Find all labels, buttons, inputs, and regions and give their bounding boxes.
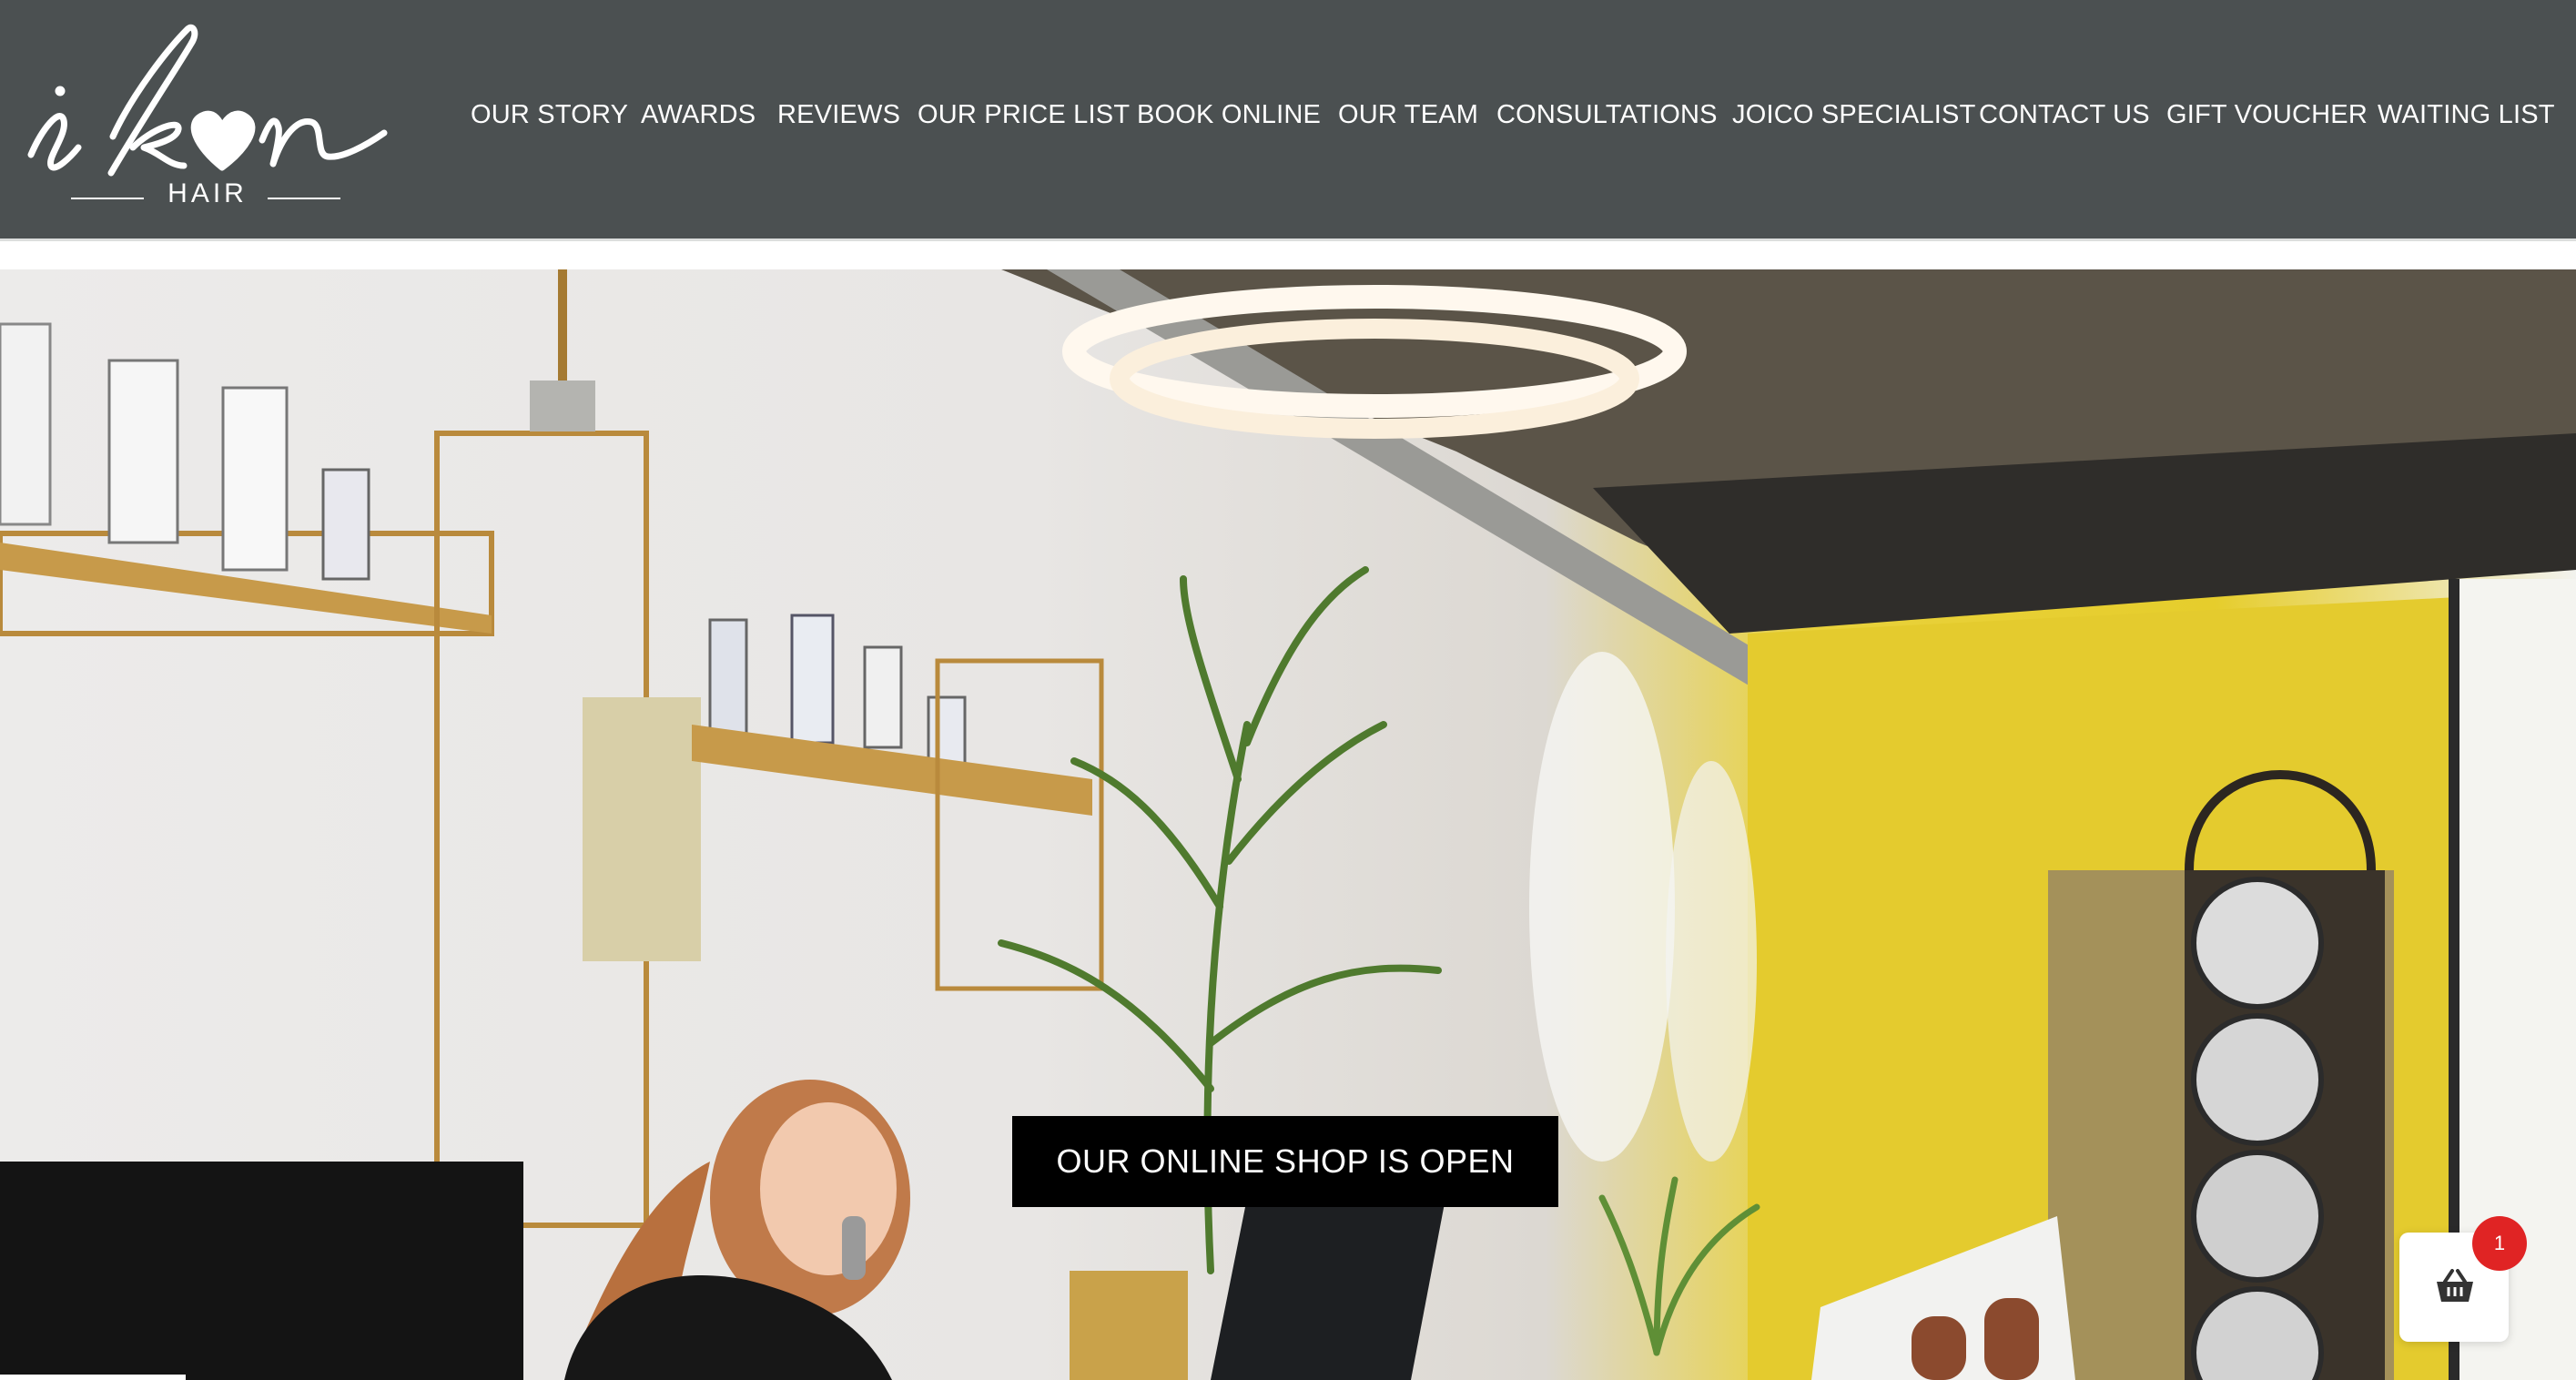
basket-icon xyxy=(2437,1269,2473,1302)
nav-contact-us[interactable]: CONTACT US xyxy=(1979,98,2150,131)
nav-reviews[interactable]: REVIEWS xyxy=(777,98,900,131)
nav-our-story[interactable]: OUR STORY xyxy=(471,98,628,131)
nav-consultations[interactable]: CONSULTATIONS xyxy=(1496,98,1718,131)
cart-count-badge: 1 xyxy=(2472,1216,2527,1271)
hero-section: OUR ONLINE SHOP IS OPEN xyxy=(0,269,2576,1380)
online-shop-button[interactable]: OUR ONLINE SHOP IS OPEN xyxy=(1012,1116,1558,1207)
nav-our-team[interactable]: OUR TEAM xyxy=(1338,98,1478,131)
nav-waiting-list[interactable]: WAITING LIST xyxy=(2378,98,2555,131)
page: ikon HAIR OUR STORY AWARDS REVIEWS OUR P… xyxy=(0,0,2576,1380)
nav-book-online[interactable]: BOOK ONLINE xyxy=(1137,98,1321,131)
bottom-edge-bar xyxy=(0,1375,186,1380)
salon-reception-photo xyxy=(0,269,2576,1380)
main-navigation: OUR STORY AWARDS REVIEWS OUR PRICE LIST … xyxy=(0,0,2576,238)
nav-our-price-list[interactable]: OUR PRICE LIST xyxy=(918,98,1130,131)
header-divider xyxy=(0,238,2576,269)
nav-awards[interactable]: AWARDS xyxy=(641,98,756,131)
site-header: ikon HAIR OUR STORY AWARDS REVIEWS OUR P… xyxy=(0,0,2576,238)
nav-joico-specialist[interactable]: JOICO SPECIALIST xyxy=(1732,98,1976,131)
nav-gift-voucher[interactable]: GIFT VOUCHER xyxy=(2166,98,2368,131)
